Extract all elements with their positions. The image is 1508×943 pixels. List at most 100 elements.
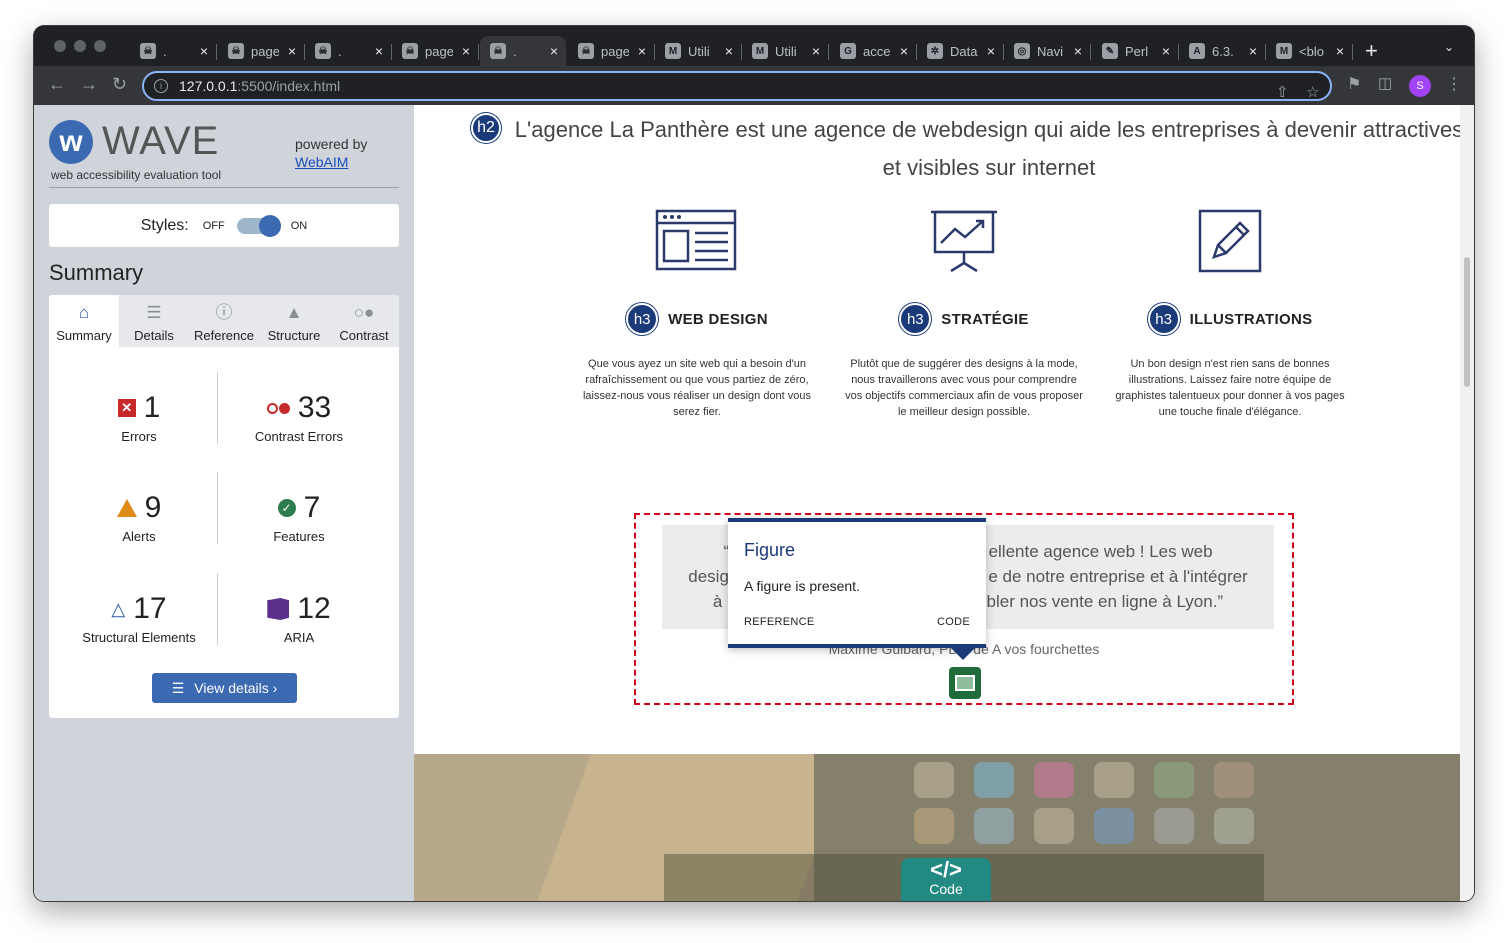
close-tab-icon[interactable]: × [1249,43,1257,59]
tab-search-icon[interactable]: ⌄ [1444,40,1454,54]
close-tab-icon[interactable]: × [638,43,646,59]
h3-badge[interactable]: h3 [899,303,932,335]
skull-icon: ☠ [490,43,506,59]
browser-tab[interactable]: A 6.3. × [1179,36,1266,66]
browser-tab[interactable]: ☠. × [480,36,566,66]
tab-title: Perl [1125,43,1149,59]
view-details-label: View details › [194,680,278,696]
tab-structure[interactable]: ▲ Structure [259,295,329,347]
tab-summary[interactable]: ⌂ Summary [49,295,119,347]
tab-title: page [601,43,629,59]
stat-features[interactable]: ✓ 7 Features [219,491,379,544]
new-tab-button[interactable]: + [1365,38,1378,64]
close-tab-icon[interactable]: × [1074,43,1082,59]
wave-logo-icon: w [49,120,93,164]
structural-label: Structural Elements [82,630,196,645]
stat-structural[interactable]: △ 17 Structural Elements [59,592,219,645]
tab-title: Utili [688,43,710,59]
figure-feature-icon[interactable] [949,667,981,699]
tooltip-code-link[interactable]: CODE [937,616,970,628]
close-tab-icon[interactable]: × [200,43,208,59]
tab-details[interactable]: ☰ Details [119,295,189,347]
stat-alerts[interactable]: 9 Alerts [59,491,219,544]
hero-banner-image: </> Code [414,754,1460,901]
tab-title: Utili [775,43,797,59]
code-panel-toggle[interactable]: </> Code [901,858,991,901]
hero-line-2: et visibles sur internet [882,155,1096,180]
close-tab-icon[interactable]: × [1162,43,1170,59]
h3-badge[interactable]: h3 [1147,303,1180,335]
webaim-link[interactable]: WebAIM [295,154,348,170]
close-tab-icon[interactable]: × [725,43,733,59]
summary-heading: Summary [49,260,144,285]
tab-summary-label: Summary [56,328,112,343]
info-icon: ⓘ [215,303,233,322]
error-icon: ✕ [117,399,136,417]
h3-badge[interactable]: h3 [626,303,659,335]
h2-badge[interactable]: h2 [471,113,501,143]
browser-tab[interactable]: ☠ page × [218,36,305,66]
profile-avatar[interactable]: S [1409,75,1431,97]
tab-title: . [513,43,517,59]
tab-separator [828,44,829,60]
browser-tab[interactable]: Gacce × [830,36,917,66]
menu-kebab-icon[interactable]: ⋮ [1446,74,1462,94]
side-panel-icon[interactable]: ◫ [1378,74,1392,92]
styles-label: Styles: [140,216,189,234]
close-tab-icon[interactable]: × [550,43,558,59]
forward-icon[interactable]: → [80,74,98,95]
browser-tab[interactable]: M Utili × [742,36,829,66]
service-description: Un bon design n'est rien sans de bonnes … [1115,358,1345,418]
site-info-icon[interactable]: i [154,79,168,93]
page-scrollbar[interactable] [1460,105,1474,901]
share-icon[interactable]: ⇧ [1276,83,1289,101]
browser-tab[interactable]: M <blo × [1266,36,1353,66]
stat-aria[interactable]: 12 ARIA [219,592,379,645]
stat-contrast-errors[interactable]: 33 Contrast Errors [219,391,379,444]
service-illustrations: h3 ILLUSTRATIONS Un bon design n'est rie… [1110,205,1350,420]
tab-title: . [338,43,342,59]
switch-knob [258,214,281,237]
stat-errors[interactable]: ✕ 1 Errors [59,391,219,444]
bookmark-star-icon[interactable]: ☆ [1306,83,1319,101]
summary-panel: ⌂ Summary ☰ Details ⓘ Reference ▲ Structure … [49,295,399,718]
browser-tab[interactable]: ◎ Navi × [1004,36,1091,66]
browser-tab[interactable]: ☠. × [130,36,217,66]
close-tab-icon[interactable]: × [900,43,908,59]
browser-tab[interactable]: M Utili × [655,36,742,66]
wave-logo-text: WAVE [102,119,220,163]
tab-reference[interactable]: ⓘ Reference [189,295,259,347]
tooltip-title: Figure [744,540,796,560]
reload-icon[interactable]: ↻ [112,74,127,95]
alerts-count: 9 [144,491,162,524]
view-details-button[interactable]: ☰ View details › [152,673,297,703]
scrollbar-thumb[interactable] [1464,257,1470,387]
close-tab-icon[interactable]: × [987,43,995,59]
extensions-icon[interactable]: ⚑ [1347,74,1361,94]
browser-tab[interactable]: ✎ Perl × [1092,36,1179,66]
tooltip-arrow [951,648,975,660]
close-tab-icon[interactable]: × [288,43,296,59]
address-bar[interactable]: i 127.0.0.1:5500/index.html ⇧ ☆ [142,71,1332,101]
browser-tab[interactable]: ☠ page × [568,36,655,66]
browser-tab[interactable]: ✲ Data × [917,36,1004,66]
back-icon[interactable]: ← [48,74,66,95]
close-tab-icon[interactable]: × [375,43,383,59]
contrast-count: 33 [297,391,332,424]
tab-title: acce [863,43,891,59]
zoom-window-button[interactable] [94,40,106,52]
list-icon: ☰ [146,303,162,322]
wave-tabs: ⌂ Summary ☰ Details ⓘ Reference ▲ Structure … [49,295,399,347]
close-tab-icon[interactable]: × [1336,43,1344,59]
minimize-window-button[interactable] [74,40,86,52]
close-tab-icon[interactable]: × [812,43,820,59]
close-tab-icon[interactable]: × [462,43,470,59]
tab-contrast[interactable]: ○● Contrast [329,295,399,347]
styles-switch[interactable] [236,214,281,237]
close-window-button[interactable] [54,40,66,52]
divider [49,187,399,188]
browser-tab[interactable]: ☠ page × [392,36,479,66]
url-path: :5500/index.html [237,78,341,94]
browser-tab[interactable]: ☠. × [305,36,392,66]
tooltip-reference-link[interactable]: REFERENCE [744,616,815,628]
